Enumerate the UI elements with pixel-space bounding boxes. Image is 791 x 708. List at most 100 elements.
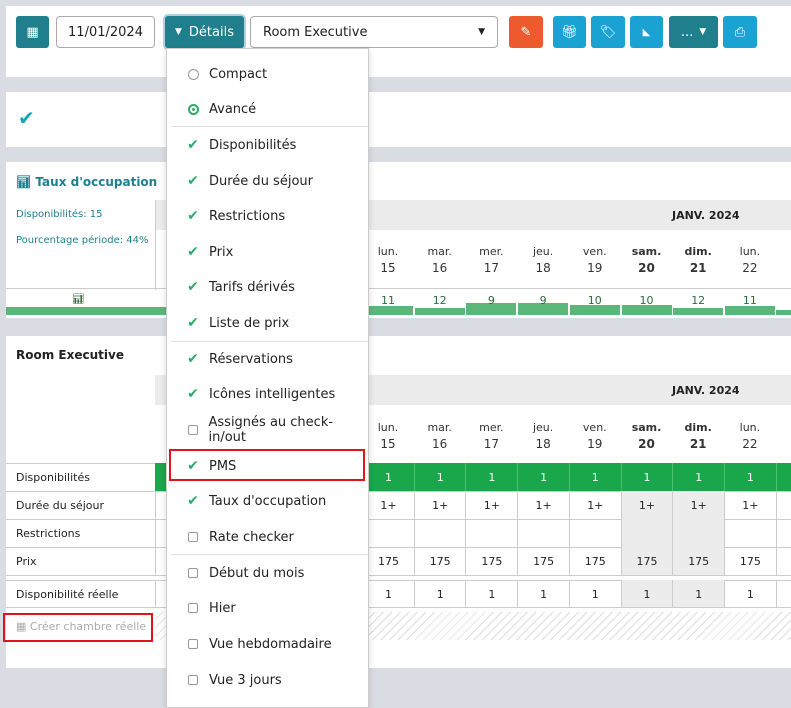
menu-item-prix[interactable]: ✔ Prix [167,234,368,270]
more-label: ... [680,24,694,40]
grid-cell[interactable]: 175 [517,547,569,575]
more-button[interactable]: ... ▼ [669,16,718,48]
grid-cell[interactable]: 1 [723,463,776,491]
day-number: 15 [380,437,396,451]
grid-cell [568,519,621,547]
menu-item-label: Vue 3 jours [209,672,282,688]
menu-item-hier[interactable]: Hier [167,590,368,626]
day-of-week: sam. [631,245,662,258]
menu-item-tarifs-d-riv-s[interactable]: ✔ Tarifs dérivés [167,269,368,305]
day-number: 19 [587,437,603,451]
icons-panel [6,92,791,147]
grid-cell[interactable]: 175 [362,547,414,575]
print-button[interactable]: ⎙ [723,16,757,48]
grid-cell[interactable]: 175 [465,547,517,575]
menu-item-label: Restrictions [209,208,286,224]
menu-item-label: Hier [209,600,236,616]
menu-item-taux-d-occupation[interactable]: ✔ Taux d'occupation [167,483,368,519]
chart-icon[interactable]: 📊︎ [72,294,85,305]
menu-item-label: Liste de prix [209,315,290,331]
calendar-button[interactable]: ▦ [16,16,49,48]
grid-cell: 1 [413,580,466,608]
menu-item-dur-e-du-s-jour[interactable]: ✔ Durée du séjour [167,163,368,199]
date-input[interactable]: 11/01/2024 [56,16,155,48]
grid-cell [620,519,673,547]
details-button[interactable]: ▼ Détails [165,16,244,48]
day-number: 22 [742,261,758,275]
print-icon: ⎙ [734,24,746,40]
grid-cell[interactable]: 175 [723,547,776,575]
day-number: 20 [638,437,655,451]
grid-cell [723,519,776,547]
menu-item-r-servations[interactable]: ✔ Réservations [167,341,368,377]
checkbox-icon [167,639,209,649]
menu-item-ic-nes-intelligentes[interactable]: ✔ Icônes intelligentes [167,376,368,412]
row-label: Disponibilité réelle [16,588,119,601]
grid-divider [155,200,156,290]
menu-item-vue-3-jours[interactable]: Vue 3 jours [167,662,368,698]
room-select-value: Room Executive [263,24,368,40]
grid-cell[interactable]: 175 [672,547,725,575]
day-header: mar. 16 [414,244,466,276]
menu-divider [171,341,368,342]
menu-item-compact[interactable]: Compact [167,56,368,92]
grid-cell[interactable]: 1 [413,463,466,491]
day-number: 21 [689,261,707,275]
radio-icon [167,68,209,80]
menu-item-label: Durée du séjour [209,173,313,189]
menu-item-avanc-[interactable]: Avancé [167,91,368,127]
grid-cell[interactable]: 175 [568,547,621,575]
grid-cell[interactable]: 1 [517,463,569,491]
menu-item-assign-s-au-check-in-out[interactable]: Assignés au check-in/out [167,412,368,448]
menu-item-vue-hebdomadaire[interactable]: Vue hebdomadaire [167,626,368,662]
tag-button[interactable]: 🏷︎ [591,16,625,48]
menu-item-d-but-du-mois[interactable]: Début du mois [167,555,368,591]
grid-cell: 1 [672,580,725,608]
edit-button[interactable]: ✎ [509,16,543,48]
menu-item-label: Tarifs dérivés [209,279,295,295]
grid-cell [517,519,569,547]
gift-button[interactable]: 🎁︎ [553,16,586,48]
day-header: jeu. 18 [517,420,569,452]
grid-cell[interactable]: 1 [620,463,673,491]
tag-icon: 🏷︎ [599,24,617,40]
grid-cell: 1+ [620,491,673,519]
occupancy-count: 9 [539,294,547,307]
menu-item-disponibilit-s[interactable]: ✔ Disponibilités [167,127,368,163]
day-of-week: jeu. [532,245,554,258]
day-number: 18 [535,437,551,451]
menu-item-rate-checker[interactable]: Rate checker [167,519,368,555]
menu-item-liste-de-prix[interactable]: ✔ Liste de prix [167,305,368,341]
grid-cell[interactable]: 1 [672,463,724,491]
day-of-week: mar. [427,245,452,258]
highlight-box [3,613,153,642]
grid-cell[interactable]: 175 [620,547,673,575]
occupancy-bar [363,306,413,315]
menu-divider [171,554,368,555]
occupancy-title[interactable]: 📊︎ Taux d'occupation [16,175,157,189]
check-icon: ✔ [187,493,199,509]
grid-cell[interactable]: 1 [465,463,517,491]
menu-item-restrictions[interactable]: ✔ Restrictions [167,198,368,234]
day-of-week: lun. [377,245,399,258]
grid-cell [776,580,791,608]
occupancy-count: 10 [587,294,602,307]
grid-cell[interactable]: 1 [362,463,414,491]
grid-cell: 1+ [362,491,414,519]
grid-cell[interactable]: 1 [568,463,621,491]
grid-cell: 1+ [465,491,517,519]
day-header: dim. 21 [672,244,724,276]
room-select[interactable]: Room Executive ▼ [250,16,498,48]
octopus-check-icon[interactable]: ✔︎ [18,106,35,130]
grid-divider [155,491,156,519]
grid-cell[interactable]: 175 [413,547,466,575]
row-label: Prix [16,555,37,568]
row-label: Durée du séjour [16,499,104,512]
cursor-button[interactable]: ◣ [630,16,663,48]
divider [6,288,791,289]
row-label: Disponibilités [16,471,90,484]
occupancy-bar [414,307,465,315]
month-label: JANV. 2024 [672,209,740,222]
day-of-week: sam. [631,421,662,434]
grid-cell: 1+ [672,491,725,519]
